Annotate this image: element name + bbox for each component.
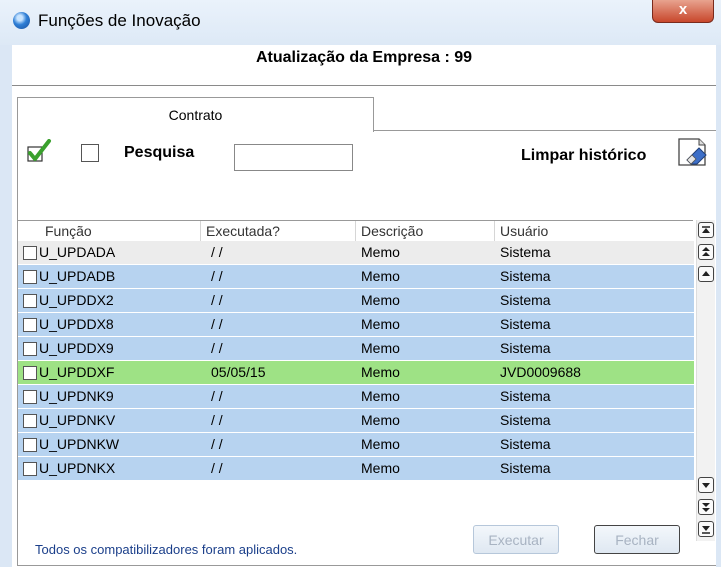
cell-usuario: Sistema bbox=[500, 244, 551, 260]
cell-funcao: U_UPDNKW bbox=[39, 436, 120, 452]
cell-funcao: U_UPDDXF bbox=[39, 364, 115, 380]
cell-funcao: U_UPDNKV bbox=[39, 412, 116, 428]
tab-contrato[interactable]: Contrato bbox=[17, 97, 374, 132]
tab-strip: Contrato bbox=[12, 97, 716, 132]
row-checkbox[interactable] bbox=[23, 270, 37, 284]
grid-header: Função Executada? Descrição Usuário bbox=[18, 220, 693, 241]
close-dialog-button[interactable]: Fechar bbox=[594, 525, 680, 554]
cell-descricao: Memo bbox=[361, 436, 400, 452]
title-bar: Funções de Inovação x bbox=[0, 0, 721, 45]
cell-executada: / / bbox=[211, 316, 223, 332]
cell-descricao: Memo bbox=[361, 268, 400, 284]
cell-descricao: Memo bbox=[361, 364, 400, 380]
globe-icon bbox=[13, 12, 30, 29]
row-checkbox[interactable] bbox=[23, 414, 37, 428]
table-row[interactable]: U_UPDDX8 / / Memo Sistema bbox=[18, 313, 694, 337]
dialog-content: Atualização da Empresa : 99 Contrato Pes… bbox=[12, 45, 716, 567]
divider bbox=[12, 85, 716, 86]
cell-descricao: Memo bbox=[361, 316, 400, 332]
cell-usuario: Sistema bbox=[500, 268, 551, 284]
row-checkbox[interactable] bbox=[23, 366, 37, 380]
column-header-executada[interactable]: Executada? bbox=[206, 223, 280, 239]
cell-usuario: Sistema bbox=[500, 340, 551, 356]
table-row[interactable]: U_UPDDX2 / / Memo Sistema bbox=[18, 289, 694, 313]
cell-funcao: U_UPDNKX bbox=[39, 460, 116, 476]
search-label: Pesquisa bbox=[124, 144, 195, 161]
row-checkbox[interactable] bbox=[23, 342, 37, 356]
cell-funcao: U_UPDDX9 bbox=[39, 340, 114, 356]
cell-usuario: JVD0009688 bbox=[500, 364, 581, 380]
status-message: Todos os compatibilizadores foram aplica… bbox=[35, 542, 298, 557]
row-checkbox[interactable] bbox=[23, 390, 37, 404]
search-input[interactable] bbox=[234, 144, 353, 171]
table-row[interactable]: U_UPDNKW / / Memo Sistema bbox=[18, 433, 694, 457]
cell-descricao: Memo bbox=[361, 460, 400, 476]
table-row[interactable]: U_UPDDX9 / / Memo Sistema bbox=[18, 337, 694, 361]
scroll-up-icon[interactable] bbox=[698, 266, 714, 282]
column-separator bbox=[200, 221, 201, 241]
cell-usuario: Sistema bbox=[500, 388, 551, 404]
cell-descricao: Memo bbox=[361, 244, 400, 260]
table-row[interactable]: U_UPDADB / / Memo Sistema bbox=[18, 265, 694, 289]
table-row[interactable]: U_UPDNK9 / / Memo Sistema bbox=[18, 385, 694, 409]
cell-usuario: Sistema bbox=[500, 292, 551, 308]
scroll-down-icon[interactable] bbox=[698, 477, 714, 493]
row-checkbox[interactable] bbox=[23, 438, 37, 452]
cell-descricao: Memo bbox=[361, 340, 400, 356]
window-title: Funções de Inovação bbox=[38, 11, 201, 30]
cell-usuario: Sistema bbox=[500, 316, 551, 332]
row-checkbox[interactable] bbox=[23, 462, 37, 476]
cell-usuario: Sistema bbox=[500, 412, 551, 428]
vertical-scrollbar[interactable] bbox=[696, 220, 715, 541]
scroll-page-down-icon[interactable] bbox=[698, 499, 714, 515]
dialog-window: Funções de Inovação x Atualização da Emp… bbox=[0, 0, 721, 567]
cell-executada: 05/05/15 bbox=[211, 364, 266, 380]
cell-executada: / / bbox=[211, 268, 223, 284]
row-checkbox[interactable] bbox=[23, 246, 37, 260]
cell-usuario: Sistema bbox=[500, 436, 551, 452]
column-header-descricao[interactable]: Descrição bbox=[361, 223, 423, 239]
scroll-first-icon[interactable] bbox=[698, 222, 714, 238]
cell-executada: / / bbox=[211, 460, 223, 476]
table-row[interactable]: U_UPDNKX / / Memo Sistema bbox=[18, 457, 694, 481]
cell-usuario: Sistema bbox=[500, 460, 551, 476]
cell-executada: / / bbox=[211, 436, 223, 452]
cell-funcao: U_UPDADB bbox=[39, 268, 116, 284]
cell-funcao: U_UPDNK9 bbox=[39, 388, 114, 404]
cell-executada: / / bbox=[211, 244, 223, 260]
cell-funcao: U_UPDADA bbox=[39, 244, 116, 260]
company-update-heading: Atualização da Empresa : 99 bbox=[255, 49, 473, 66]
cell-descricao: Memo bbox=[361, 412, 400, 428]
select-all-checkbox[interactable] bbox=[81, 144, 99, 162]
column-header-funcao[interactable]: Função bbox=[45, 223, 92, 239]
green-check-icon[interactable] bbox=[26, 139, 52, 163]
execute-button[interactable]: Executar bbox=[473, 525, 559, 554]
table-row[interactable]: U_UPDDXF 05/05/15 Memo JVD0009688 bbox=[18, 361, 694, 385]
table-row[interactable]: U_UPDNKV / / Memo Sistema bbox=[18, 409, 694, 433]
clear-history-label[interactable]: Limpar histórico bbox=[521, 147, 646, 165]
cell-funcao: U_UPDDX8 bbox=[39, 316, 114, 332]
eraser-icon[interactable] bbox=[675, 136, 709, 168]
scroll-last-icon[interactable] bbox=[698, 521, 714, 537]
contract-panel: Pesquisa Limpar histórico Função Executa… bbox=[17, 131, 716, 566]
column-header-usuario[interactable]: Usuário bbox=[500, 223, 548, 239]
cell-executada: / / bbox=[211, 292, 223, 308]
column-separator bbox=[355, 221, 356, 241]
cell-descricao: Memo bbox=[361, 292, 400, 308]
cell-executada: / / bbox=[211, 412, 223, 428]
window-frame-left bbox=[0, 45, 12, 567]
cell-funcao: U_UPDDX2 bbox=[39, 292, 114, 308]
scroll-page-up-icon[interactable] bbox=[698, 244, 714, 260]
column-separator bbox=[494, 221, 495, 241]
row-checkbox[interactable] bbox=[23, 318, 37, 332]
table-row[interactable]: U_UPDADA / / Memo Sistema bbox=[18, 241, 694, 265]
cell-executada: / / bbox=[211, 388, 223, 404]
close-button[interactable]: x bbox=[652, 0, 714, 23]
row-checkbox[interactable] bbox=[23, 294, 37, 308]
cell-descricao: Memo bbox=[361, 388, 400, 404]
functions-grid: Função Executada? Descrição Usuário U_UP… bbox=[18, 220, 718, 541]
cell-executada: / / bbox=[211, 340, 223, 356]
